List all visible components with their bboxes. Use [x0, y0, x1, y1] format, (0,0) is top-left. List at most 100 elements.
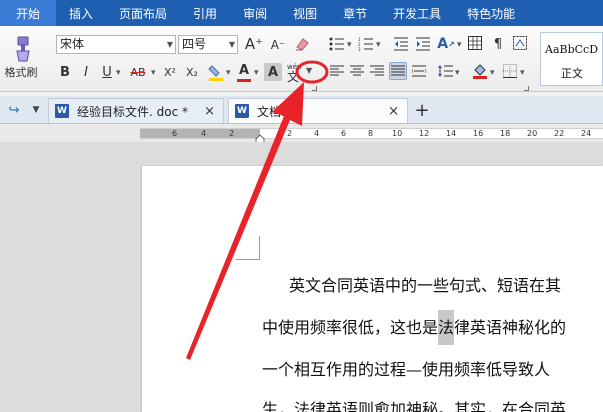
- chevron-down-icon: ▼: [228, 40, 235, 49]
- increase-indent-button[interactable]: [414, 35, 432, 53]
- decrease-indent-button[interactable]: [392, 35, 410, 53]
- table-button[interactable]: [467, 35, 483, 51]
- document-text-line[interactable]: 生，法律英语则愈加神秘。其实，在合同英: [262, 396, 566, 412]
- shrink-font-icon: A⁻: [270, 38, 286, 52]
- align-center-button[interactable]: [349, 63, 365, 79]
- align-left-icon: [330, 65, 344, 76]
- text-direction-button[interactable]: A ↗: [436, 34, 456, 54]
- strikethrough-icon: AB: [130, 65, 146, 79]
- justify-button[interactable]: [389, 62, 407, 80]
- show-hide-marks-button[interactable]: ¶: [490, 35, 506, 53]
- chevron-down-icon[interactable]: ▾: [520, 68, 525, 78]
- chevron-down-icon: ▼: [166, 40, 173, 49]
- align-right-button[interactable]: [369, 63, 385, 79]
- svg-text:3: 3: [358, 47, 361, 51]
- tab-document-target[interactable]: W 经验目标文件. doc * ×: [48, 98, 224, 123]
- menu-tab-references[interactable]: 引用: [180, 0, 230, 26]
- menu-tab-home[interactable]: 开始: [0, 0, 57, 26]
- margin-corner-mark: [236, 236, 260, 260]
- line-spacing-button[interactable]: [436, 63, 454, 79]
- shrink-font-button[interactable]: A⁻: [268, 35, 288, 55]
- strikethrough-button[interactable]: AB: [126, 62, 150, 82]
- highlight-button[interactable]: [207, 62, 225, 84]
- phonetic-dropdown-icon[interactable]: ▼: [306, 66, 312, 75]
- table-icon: [468, 36, 482, 50]
- underline-icon: U: [102, 64, 112, 80]
- borders-toggle-button[interactable]: [512, 35, 528, 51]
- close-icon[interactable]: ×: [388, 104, 399, 119]
- menu-tab-review[interactable]: 审阅: [230, 0, 280, 26]
- tab-document-1[interactable]: W 文档1 ×: [228, 98, 408, 123]
- format-painter-button[interactable]: 格式刷: [2, 30, 40, 86]
- chevron-down-icon[interactable]: ▾: [254, 68, 259, 78]
- tab-label: 经验目标文件. doc *: [77, 104, 189, 119]
- borders-icon: [503, 64, 517, 78]
- ruler-number: 12: [419, 129, 430, 138]
- menu-tab-view[interactable]: 视图: [280, 0, 330, 26]
- brush-icon: [16, 36, 30, 62]
- chevron-down-icon[interactable]: ▾: [226, 68, 231, 78]
- styles-gallery[interactable]: AaBbCcD 正文: [540, 32, 603, 86]
- font-size-select[interactable]: 四号 ▼: [178, 35, 238, 54]
- close-icon[interactable]: ×: [204, 104, 215, 119]
- font-color-button[interactable]: A: [236, 60, 252, 84]
- document-text-line[interactable]: 英文合同英语中的一些句式、短语在其: [289, 272, 561, 296]
- chevron-down-icon[interactable]: ▾: [455, 68, 460, 78]
- menu-tab-developer[interactable]: 开发工具: [380, 0, 454, 26]
- grow-font-button[interactable]: A⁺: [244, 33, 264, 55]
- chevron-down-icon[interactable]: ▾: [151, 68, 156, 78]
- menu-tab-insert[interactable]: 插入: [56, 0, 106, 26]
- chevron-down-icon[interactable]: ▾: [376, 40, 381, 50]
- menu-tab-special[interactable]: 特色功能: [454, 0, 528, 26]
- underline-button[interactable]: U: [98, 62, 116, 82]
- format-painter-label: 格式刷: [4, 66, 38, 79]
- character-shading-button[interactable]: A: [264, 63, 282, 81]
- font-color-icon: A: [238, 62, 250, 78]
- outdent-icon: [394, 37, 408, 51]
- ruler-number: 10: [392, 129, 403, 138]
- new-tab-button[interactable]: +: [412, 100, 432, 121]
- eraser-icon: [296, 38, 309, 51]
- paragraph-dialog-launcher-icon[interactable]: [524, 86, 529, 91]
- bullets-button[interactable]: [328, 35, 346, 53]
- justify-icon: [391, 65, 405, 76]
- ruler-number: 8: [368, 129, 374, 138]
- bold-icon: B: [60, 64, 70, 80]
- align-left-button[interactable]: [329, 63, 345, 79]
- italic-button[interactable]: I: [77, 62, 95, 82]
- subscript-button[interactable]: X₂: [182, 62, 202, 82]
- border-icon: [513, 36, 527, 50]
- bold-button[interactable]: B: [56, 62, 74, 82]
- chevron-down-icon[interactable]: ▾: [490, 68, 495, 78]
- document-text-line[interactable]: 一个相互作用的过程—使用频率低导致人: [262, 356, 550, 380]
- menu-tab-page-layout[interactable]: 页面布局: [106, 0, 180, 26]
- phonetic-guide-button[interactable]: wén 文: [286, 60, 302, 84]
- style-name-normal: 正文: [561, 67, 583, 80]
- ruler-number: 2: [229, 129, 235, 138]
- superscript-button[interactable]: X²: [160, 62, 180, 82]
- line-segment: 律英语神秘化的: [454, 318, 567, 337]
- font-dialog-launcher-icon[interactable]: [312, 86, 317, 91]
- font-size-value: 四号: [182, 37, 207, 51]
- chevron-down-icon[interactable]: ▾: [457, 40, 462, 50]
- tab-list-dropdown-icon[interactable]: ▼: [30, 102, 42, 118]
- ruler-number: 14: [446, 129, 457, 138]
- highlighter-icon: [208, 65, 223, 81]
- numbered-list-icon: 123: [358, 37, 373, 51]
- clear-format-button[interactable]: [292, 34, 312, 54]
- borders-button[interactable]: [502, 63, 518, 79]
- share-arrow-icon[interactable]: ↪: [6, 102, 22, 118]
- chevron-down-icon[interactable]: ▾: [116, 68, 121, 78]
- distributed-button[interactable]: [411, 63, 427, 79]
- ruler-left-margin: [140, 129, 260, 138]
- numbering-button[interactable]: 123: [357, 35, 375, 53]
- menu-tab-section[interactable]: 章节: [330, 0, 380, 26]
- ruler-number: 6: [172, 129, 178, 138]
- tab-label: 文档1: [257, 104, 289, 119]
- superscript-icon: X²: [164, 65, 176, 79]
- document-text-line[interactable]: 中使用频率很低，这也是法律英语神秘化的: [262, 310, 567, 345]
- ruler-number: 16: [473, 129, 484, 138]
- chevron-down-icon[interactable]: ▾: [347, 40, 352, 50]
- font-name-select[interactable]: 宋体 ▼: [56, 35, 176, 54]
- shading-button[interactable]: [471, 62, 489, 80]
